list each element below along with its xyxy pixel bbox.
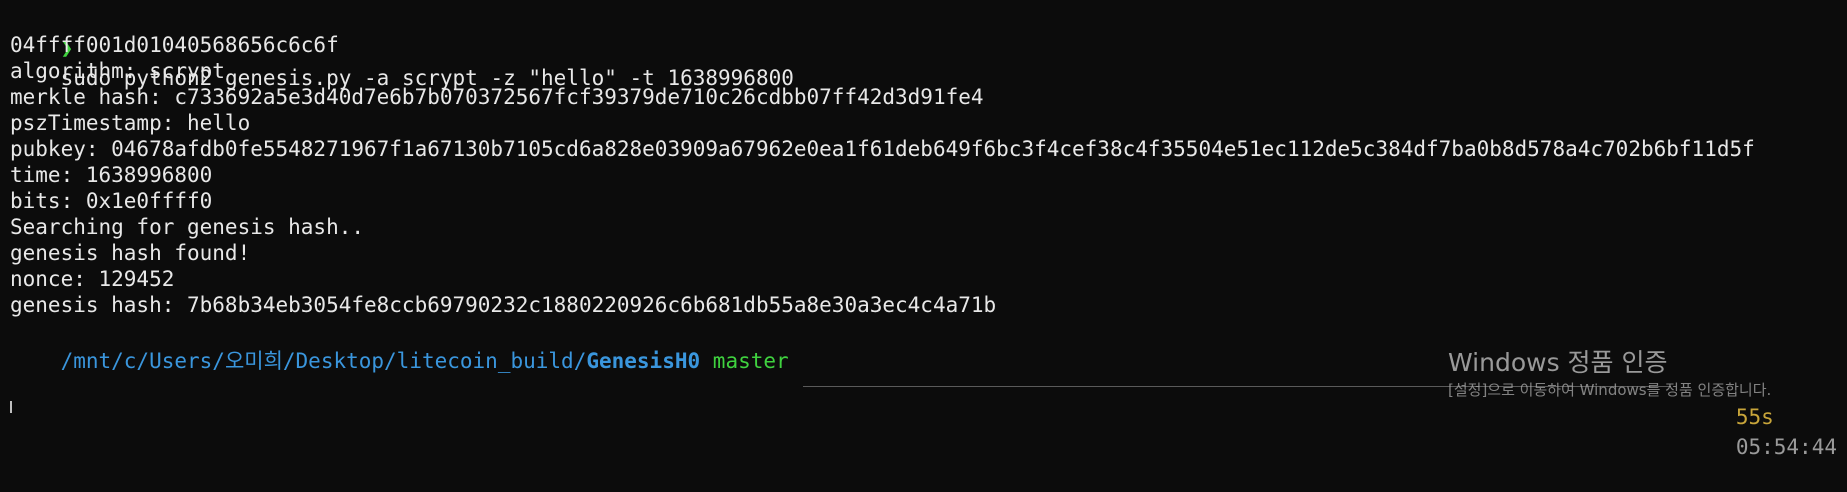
shell-prompt: /mnt/c/Users/오미희/Desktop/litecoin_build/… (10, 316, 789, 373)
command-line: ❯ sudo python2 genesis.py -a scrypt -z "… (10, 3, 794, 90)
prompt-path-prefix: /mnt/c/Users/오미희/Desktop/litecoin_build/ (60, 349, 587, 373)
watermark-title: Windows 정품 인증 (1448, 348, 1668, 377)
windows-activation-watermark: Windows 정품 인증 [설정]으로 이동하여 Windows를 정품 인증… (1448, 347, 1771, 401)
prompt-clock: 05:54:44 (1735, 435, 1837, 459)
terminal-window[interactable]: ❯ sudo python2 genesis.py -a scrypt -z "… (0, 0, 1847, 459)
prompt-path-current: GenesisH0 (586, 349, 701, 373)
command-duration: 55s (1735, 405, 1774, 429)
git-branch-label: master (712, 349, 789, 373)
text-cursor (10, 401, 12, 413)
output-line-pubkey: pubkey: 04678afdb0fe5548271967f1a67130b7… (10, 137, 1755, 161)
watermark-subtitle: [설정]으로 이동하여 Windows를 정품 인증합니다. (1448, 381, 1772, 399)
